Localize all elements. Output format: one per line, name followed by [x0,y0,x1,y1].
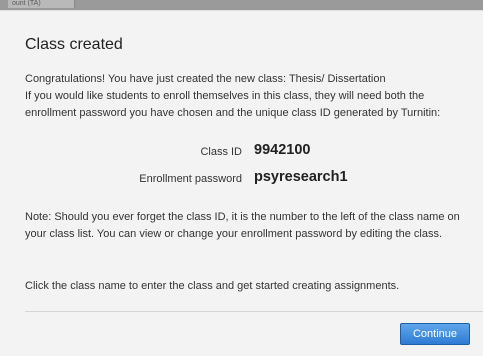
background-page-strip: ount (TA) [0,0,483,10]
enrollment-password-row: Enrollment password psyresearch1 [0,169,483,189]
class-id-label: Class ID [200,146,242,158]
enrollment-password-value: psyresearch1 [254,169,348,185]
background-tab: ount (TA) [8,0,75,8]
class-id-value: 9942100 [254,142,311,158]
dialog-divider [25,311,483,312]
note-text: Note: Should you ever forget the class I… [25,211,460,240]
class-id-row: Class ID 9942100 [0,142,483,162]
class-created-dialog: Class created Congratulations! You have … [0,10,483,356]
intro-text: Congratulations! You have just created t… [25,71,475,122]
enrollment-password-label: Enrollment password [139,173,242,185]
intro-line-2: If you would like students to enroll the… [25,90,441,119]
continue-button[interactable]: Continue [400,323,470,345]
intro-line-1: Congratulations! You have just created t… [25,73,386,85]
dialog-title: Class created [25,36,123,53]
instruction-text: Click the class name to enter the class … [25,280,400,292]
